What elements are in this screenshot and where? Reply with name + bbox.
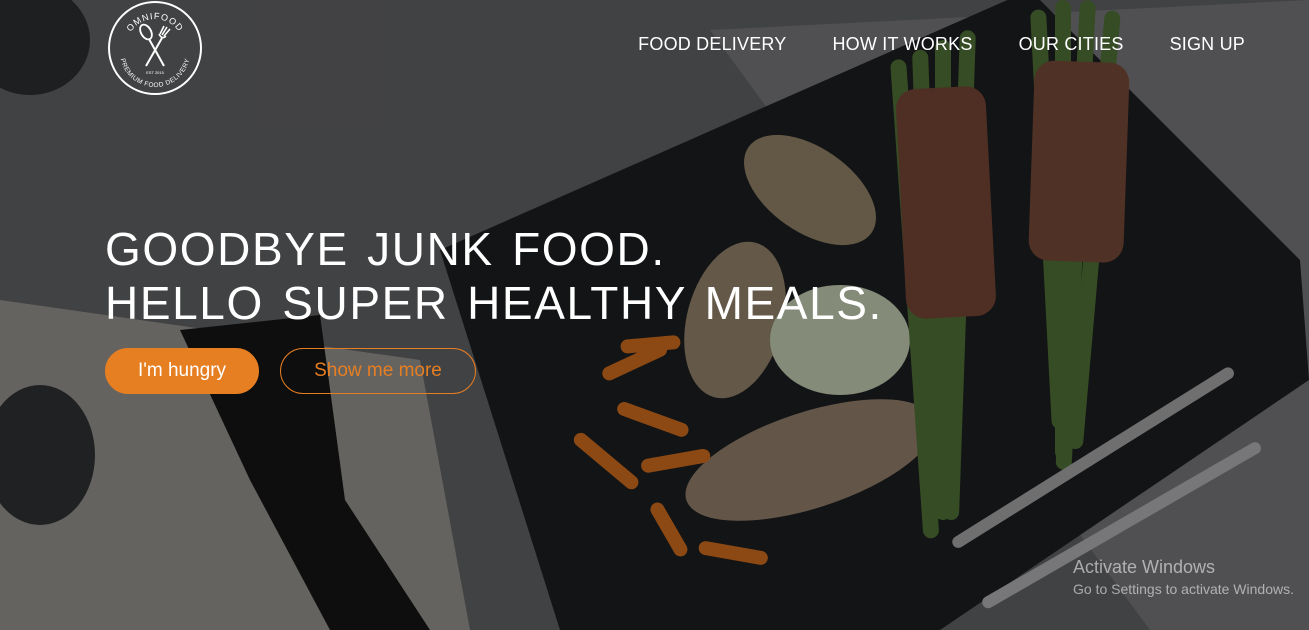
logo-top-text: OMNIFOOD xyxy=(124,11,185,33)
omnifood-logo[interactable]: OMNIFOOD PREMIUM FOOD DELIVERY EST 2015 xyxy=(106,0,204,96)
headline-line-2: HELLO SUPER HEALTHY MEALS. xyxy=(105,277,883,329)
nav-item-sign-up: SIGN UP xyxy=(1170,34,1245,55)
nav-item-food-delivery: FOOD DELIVERY xyxy=(638,34,786,55)
hero-headline: GOODBYE JUNK FOOD. HELLO SUPER HEALTHY M… xyxy=(105,222,883,330)
headline-line-1: GOODBYE JUNK FOOD. xyxy=(105,223,666,275)
fork-icon xyxy=(145,25,171,67)
nav-item-our-cities: OUR CITIES xyxy=(1019,34,1124,55)
show-me-more-button[interactable]: Show me more xyxy=(280,348,476,394)
watermark-subtitle: Go to Settings to activate Windows. xyxy=(1073,581,1294,597)
nav-link-how-it-works[interactable]: HOW IT WORKS xyxy=(832,34,972,54)
nav-link-food-delivery[interactable]: FOOD DELIVERY xyxy=(638,34,786,54)
nav-link-our-cities[interactable]: OUR CITIES xyxy=(1019,34,1124,54)
watermark-title: Activate Windows xyxy=(1073,557,1216,577)
logo-est-text: EST 2015 xyxy=(146,70,164,75)
main-navigation: FOOD DELIVERY HOW IT WORKS OUR CITIES SI… xyxy=(638,34,1245,55)
windows-activation-watermark: Activate Windows Go to Settings to activ… xyxy=(1073,557,1294,597)
im-hungry-button[interactable]: I'm hungry xyxy=(105,348,259,394)
nav-item-how-it-works: HOW IT WORKS xyxy=(832,34,972,55)
nav-link-sign-up[interactable]: SIGN UP xyxy=(1170,34,1245,54)
